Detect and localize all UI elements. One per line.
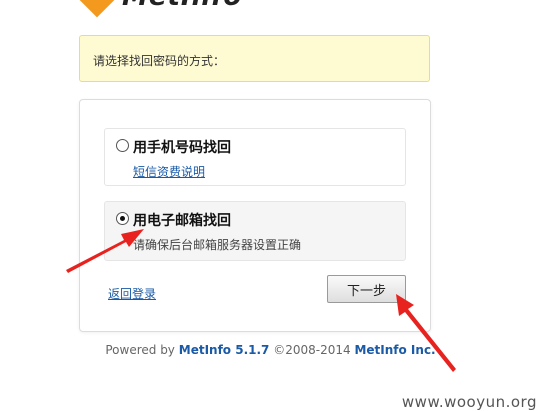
footer-copyright: ©2008-2014 [273, 343, 351, 357]
phone-radio[interactable] [116, 139, 129, 152]
sms-fee-link[interactable]: 短信资费说明 [133, 163, 205, 180]
watermark-text: www.wooyun.org [401, 393, 537, 411]
email-option-title[interactable]: 用电子邮箱找回 [133, 210, 231, 230]
instruction-text: 请选择找回密码的方式： [93, 54, 226, 68]
phone-option-title[interactable]: 用手机号码找回 [133, 137, 231, 157]
email-hint: 请确保后台邮箱服务器设置正确 [133, 238, 302, 252]
footer-company-link[interactable]: MetInfo Inc. [354, 343, 435, 357]
logo-diamond-icon [78, 0, 116, 18]
next-step-button[interactable]: 下一步 [327, 275, 406, 303]
footer-powered-by: Powered by [105, 343, 175, 357]
footer-product-link[interactable]: MetInfo 5.1.7 [179, 343, 270, 357]
email-radio[interactable] [116, 212, 129, 225]
instruction-notice: 请选择找回密码的方式： [79, 35, 430, 82]
option-email-recovery[interactable]: 用电子邮箱找回 请确保后台邮箱服务器设置正确 [104, 201, 406, 261]
footer: Powered by MetInfo 5.1.7 ©2008-2014 MetI… [0, 343, 539, 357]
back-to-login-link[interactable]: 返回登录 [108, 285, 156, 302]
logo-text: MetInfo [122, 0, 242, 12]
option-phone-recovery[interactable]: 用手机号码找回 短信资费说明 [104, 128, 406, 186]
